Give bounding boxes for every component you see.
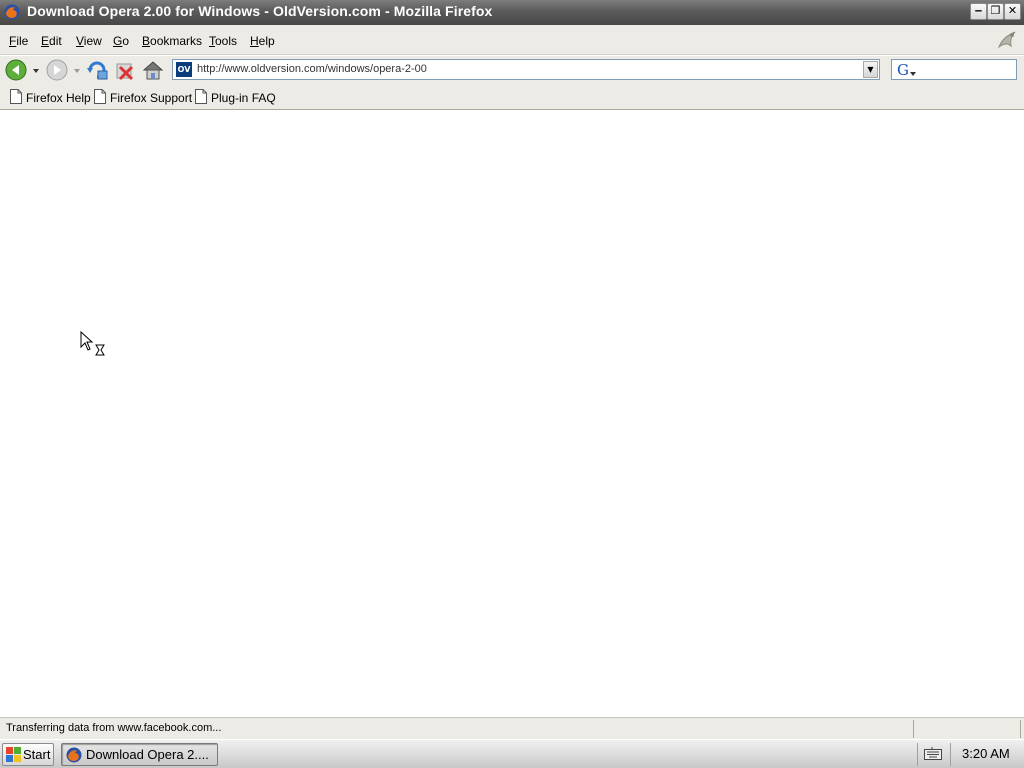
tray-separator xyxy=(950,743,951,766)
status-separator xyxy=(1020,720,1021,738)
taskbar-item-firefox[interactable]: Download Opera 2.... xyxy=(61,743,218,766)
forward-icon[interactable] xyxy=(45,58,69,82)
menu-bar: File Edit View Go Bookmarks Tools Help xyxy=(0,25,1024,55)
address-bar[interactable]: OV http://www.oldversion.com/windows/ope… xyxy=(172,59,880,80)
url-history-dropdown-button[interactable]: ▼ xyxy=(863,61,878,78)
page-icon xyxy=(195,89,207,104)
status-separator xyxy=(913,720,914,738)
bookmark-label: Plug-in FAQ xyxy=(211,91,276,105)
reload-icon[interactable] xyxy=(85,58,109,82)
throbber-icon xyxy=(997,31,1016,49)
forward-history-dropdown-icon[interactable] xyxy=(71,58,83,82)
menu-tools[interactable]: Tools xyxy=(209,34,237,48)
home-icon[interactable] xyxy=(141,58,165,82)
restore-button[interactable]: ❐ xyxy=(987,3,1004,20)
google-search-engine-icon[interactable]: G xyxy=(895,61,919,78)
firefox-icon xyxy=(4,4,20,20)
menu-help[interactable]: Help xyxy=(250,34,275,48)
firefox-icon xyxy=(66,747,82,763)
page-icon xyxy=(94,89,106,104)
menu-bookmarks[interactable]: Bookmarks xyxy=(142,34,202,48)
bookmark-label: Firefox Help xyxy=(26,91,91,105)
bookmarks-toolbar: Firefox Help Firefox Support Plug-in FAQ xyxy=(0,84,1024,110)
menu-view[interactable]: View xyxy=(76,34,102,48)
start-label: Start xyxy=(23,747,51,762)
svg-text:G: G xyxy=(897,61,909,78)
busy-cursor-icon xyxy=(80,331,105,356)
site-favicon: OV xyxy=(176,62,192,77)
bookmark-firefox-help[interactable]: Firefox Help xyxy=(10,89,91,106)
menu-edit[interactable]: Edit xyxy=(41,34,62,48)
close-button[interactable]: ✕ xyxy=(1004,3,1021,20)
status-text: Transferring data from www.facebook.com.… xyxy=(6,722,222,734)
page-content[interactable] xyxy=(0,111,1024,717)
stop-icon[interactable] xyxy=(113,58,137,82)
bookmark-label: Firefox Support xyxy=(110,91,193,105)
taskbar-item-label: Download Opera 2.... xyxy=(86,747,209,762)
status-bar: Transferring data from www.facebook.com.… xyxy=(0,717,1024,739)
back-history-dropdown-icon[interactable] xyxy=(30,58,42,82)
window-title: Download Opera 2.00 for Windows - OldVer… xyxy=(27,3,493,19)
keyboard-icon[interactable] xyxy=(924,747,942,761)
title-bar[interactable]: Download Opera 2.00 for Windows - OldVer… xyxy=(0,0,1024,25)
start-button[interactable]: Start xyxy=(2,743,54,766)
taskbar: Start Download Opera 2.... 3:20 AM xyxy=(0,739,1024,768)
minimize-button[interactable]: ‒ xyxy=(970,3,987,20)
menu-file[interactable]: File xyxy=(9,34,28,48)
system-tray: 3:20 AM xyxy=(917,743,1022,766)
bookmark-plugin-faq[interactable]: Plug-in FAQ xyxy=(195,89,276,106)
search-input[interactable]: G xyxy=(891,59,1017,80)
clock[interactable]: 3:20 AM xyxy=(962,746,1010,761)
windows-logo-icon xyxy=(6,747,21,762)
back-icon[interactable] xyxy=(4,58,28,82)
url-text[interactable]: http://www.oldversion.com/windows/opera-… xyxy=(197,63,427,75)
menu-go[interactable]: Go xyxy=(113,34,129,48)
page-icon xyxy=(10,89,22,104)
bookmark-firefox-support[interactable]: Firefox Support xyxy=(94,89,193,106)
